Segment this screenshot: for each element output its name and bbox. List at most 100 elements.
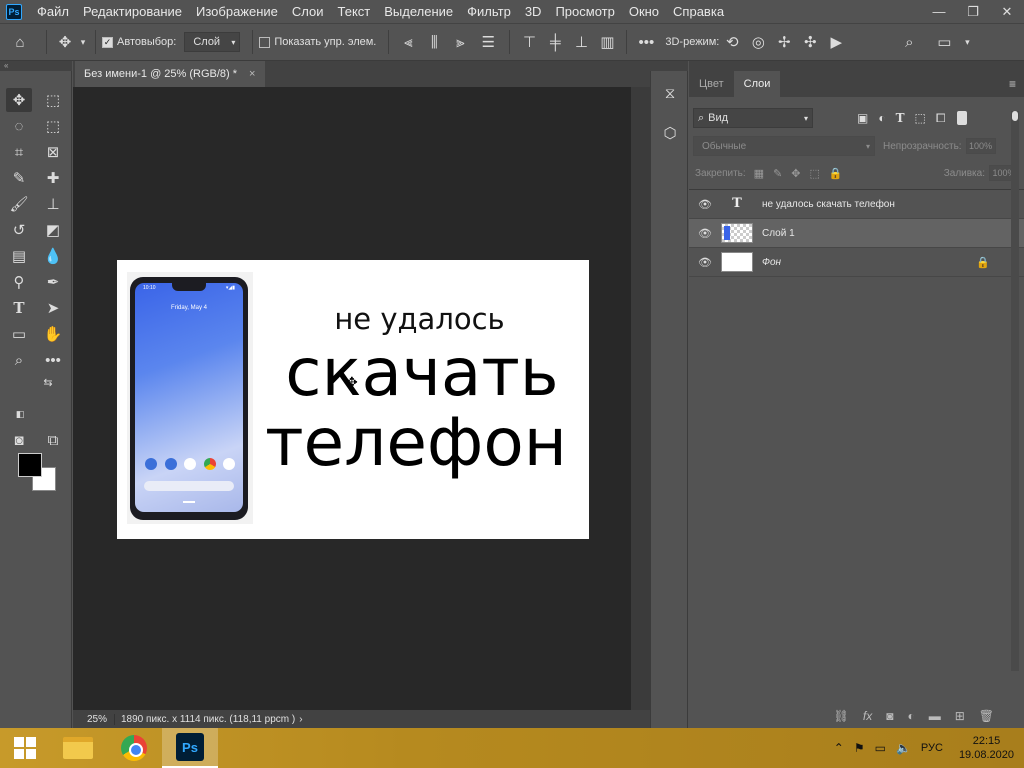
- autoselect-dropdown[interactable]: Слой ▾: [184, 32, 241, 52]
- align-top-icon[interactable]: ⊤: [516, 33, 542, 51]
- crop-tool-icon[interactable]: ⌗: [6, 140, 32, 164]
- move-tool-preset-icon[interactable]: ✥: [53, 33, 77, 51]
- default-colors-icon[interactable]: ◧: [12, 407, 28, 421]
- menu-type[interactable]: Текст: [331, 0, 378, 23]
- lasso-tool-icon[interactable]: ◌: [6, 114, 32, 138]
- network-icon[interactable]: ▭: [875, 741, 886, 755]
- document-canvas[interactable]: 10:10 ▾◢▮ Friday, May 4 не удалось скача…: [117, 260, 589, 539]
- new-group-icon[interactable]: ▬: [929, 709, 941, 723]
- close-tab-icon[interactable]: ×: [249, 68, 255, 80]
- 3d-panel-icon[interactable]: ⬡: [657, 121, 683, 145]
- gradient-tool-icon[interactable]: ▤: [6, 244, 32, 268]
- more-tools-icon[interactable]: •••: [40, 348, 66, 372]
- filter-type-icon[interactable]: T: [896, 111, 905, 126]
- start-button[interactable]: [0, 728, 50, 768]
- eraser-tool-icon[interactable]: ◩: [40, 218, 66, 242]
- adjustment-layer-icon[interactable]: ◐: [907, 709, 914, 723]
- layer-name[interactable]: не удалось скачать телефон: [762, 199, 895, 210]
- 3d-camera-icon[interactable]: ▶: [823, 33, 849, 51]
- zoom-tool-icon[interactable]: ⌕: [6, 348, 32, 372]
- chevron-down-icon[interactable]: ▾: [959, 37, 975, 48]
- history-panel-icon[interactable]: ⧖: [657, 81, 683, 105]
- panel-collapse-bar[interactable]: [689, 61, 1024, 71]
- align-middle-v-icon[interactable]: ╪: [542, 34, 568, 51]
- menu-help[interactable]: Справка: [666, 0, 731, 23]
- document-info[interactable]: 1890 пикс. x 1114 пикс. (118,11 ppcm ): [115, 714, 295, 725]
- menu-file[interactable]: Файл: [30, 0, 76, 23]
- filter-smart-object-icon[interactable]: ⧠: [936, 111, 946, 126]
- visibility-eye-icon[interactable]: 👁: [689, 227, 721, 240]
- delete-layer-icon[interactable]: 🗑: [979, 709, 994, 723]
- filter-adjustment-icon[interactable]: ◐: [878, 111, 885, 126]
- pen-tool-icon[interactable]: ✒: [40, 270, 66, 294]
- add-mask-icon[interactable]: ◙: [886, 709, 893, 723]
- layer-row-text[interactable]: 👁 T не удалось скачать телефон: [689, 190, 1024, 219]
- align-bottom-icon[interactable]: ⊥: [568, 33, 594, 51]
- link-layers-icon[interactable]: ⛓: [834, 709, 849, 723]
- chevron-up-icon[interactable]: ⌃: [834, 741, 844, 755]
- foreground-color-swatch[interactable]: [18, 453, 42, 477]
- type-tool-icon[interactable]: T: [6, 296, 32, 320]
- show-transform-checkbox[interactable]: [259, 36, 271, 48]
- zoom-level[interactable]: 25%: [73, 713, 115, 725]
- menu-window[interactable]: Окно: [622, 0, 666, 23]
- blend-mode-dropdown[interactable]: Обычные ▾: [693, 136, 875, 156]
- layer-row-image[interactable]: 👁 Слой 1: [689, 219, 1024, 248]
- taskbar-chrome[interactable]: [106, 728, 162, 768]
- healing-brush-tool-icon[interactable]: ✚: [40, 166, 66, 190]
- volume-icon[interactable]: 🔈: [896, 741, 911, 755]
- menu-3d[interactable]: 3D: [518, 0, 549, 23]
- menu-select[interactable]: Выделение: [377, 0, 460, 23]
- more-options-icon[interactable]: •••: [633, 34, 659, 51]
- search-icon[interactable]: ⌕: [889, 34, 929, 51]
- lock-position-icon[interactable]: ✥: [791, 167, 800, 180]
- new-layer-icon[interactable]: ⊞: [955, 709, 965, 723]
- vertical-scrollbar[interactable]: [631, 87, 650, 710]
- rectangle-tool-icon[interactable]: ▭: [6, 322, 32, 346]
- screen-mode-icon[interactable]: ⧉: [40, 428, 66, 452]
- frame-tool-icon[interactable]: ⊠: [40, 140, 66, 164]
- distribute-v-icon[interactable]: ▥: [594, 33, 620, 51]
- swap-colors-icon[interactable]: ⇆: [40, 375, 56, 389]
- move-tool-icon[interactable]: ✥: [6, 88, 32, 112]
- panel-scrollbar-thumb[interactable]: [1012, 111, 1018, 121]
- layer-filter-dropdown[interactable]: ⌕ Вид ▾: [693, 108, 813, 128]
- menu-filter[interactable]: Фильтр: [460, 0, 518, 23]
- opacity-field[interactable]: 100%: [965, 138, 996, 154]
- tab-color[interactable]: Цвет: [689, 71, 734, 97]
- layer-row-background[interactable]: 👁 Фон 🔒: [689, 248, 1024, 277]
- distribute-icon[interactable]: ☰: [473, 33, 503, 51]
- layer-name[interactable]: Слой 1: [762, 228, 795, 239]
- close-button[interactable]: ✕: [990, 0, 1024, 23]
- layer-name[interactable]: Фон: [762, 257, 781, 268]
- lock-transparency-icon[interactable]: ▦: [754, 167, 764, 180]
- filter-pixel-icon[interactable]: ▣: [857, 111, 868, 126]
- object-select-tool-icon[interactable]: ⬚: [40, 114, 66, 138]
- 3d-roll-icon[interactable]: ◎: [745, 33, 771, 51]
- notification-flag-icon[interactable]: ⚑: [854, 741, 865, 755]
- layer-style-icon[interactable]: fx: [863, 709, 872, 723]
- dodge-tool-icon[interactable]: ⚲: [6, 270, 32, 294]
- home-icon[interactable]: ⌂: [0, 34, 40, 51]
- 3d-slide-icon[interactable]: ✣: [797, 33, 823, 51]
- lock-all-icon[interactable]: 🔒: [829, 167, 843, 180]
- quick-mask-icon[interactable]: ◙: [6, 428, 32, 452]
- document-tab[interactable]: Без имени-1 @ 25% (RGB/8) * ×: [75, 61, 265, 87]
- taskbar-photoshop[interactable]: Ps: [162, 728, 218, 768]
- menu-edit[interactable]: Редактирование: [76, 0, 189, 23]
- filter-shape-icon[interactable]: ⬚: [915, 111, 926, 126]
- blur-tool-icon[interactable]: 💧: [40, 244, 66, 268]
- 3d-pan-icon[interactable]: ✢: [771, 33, 797, 51]
- dock-collapse-bar[interactable]: [650, 61, 688, 71]
- marquee-tool-icon[interactable]: ⬚: [40, 88, 66, 112]
- visibility-eye-icon[interactable]: 👁: [689, 256, 721, 269]
- stamp-tool-icon[interactable]: ⊥: [40, 192, 66, 216]
- menu-image[interactable]: Изображение: [189, 0, 285, 23]
- tab-layers[interactable]: Слои: [733, 71, 781, 97]
- lock-pixels-icon[interactable]: ✎: [773, 167, 782, 180]
- hand-tool-icon[interactable]: ✋: [40, 322, 66, 346]
- align-right-icon[interactable]: ⫸: [447, 34, 473, 51]
- menu-view[interactable]: Просмотр: [548, 0, 621, 23]
- chevron-right-icon[interactable]: ›: [299, 714, 302, 725]
- taskbar-explorer[interactable]: [50, 728, 106, 768]
